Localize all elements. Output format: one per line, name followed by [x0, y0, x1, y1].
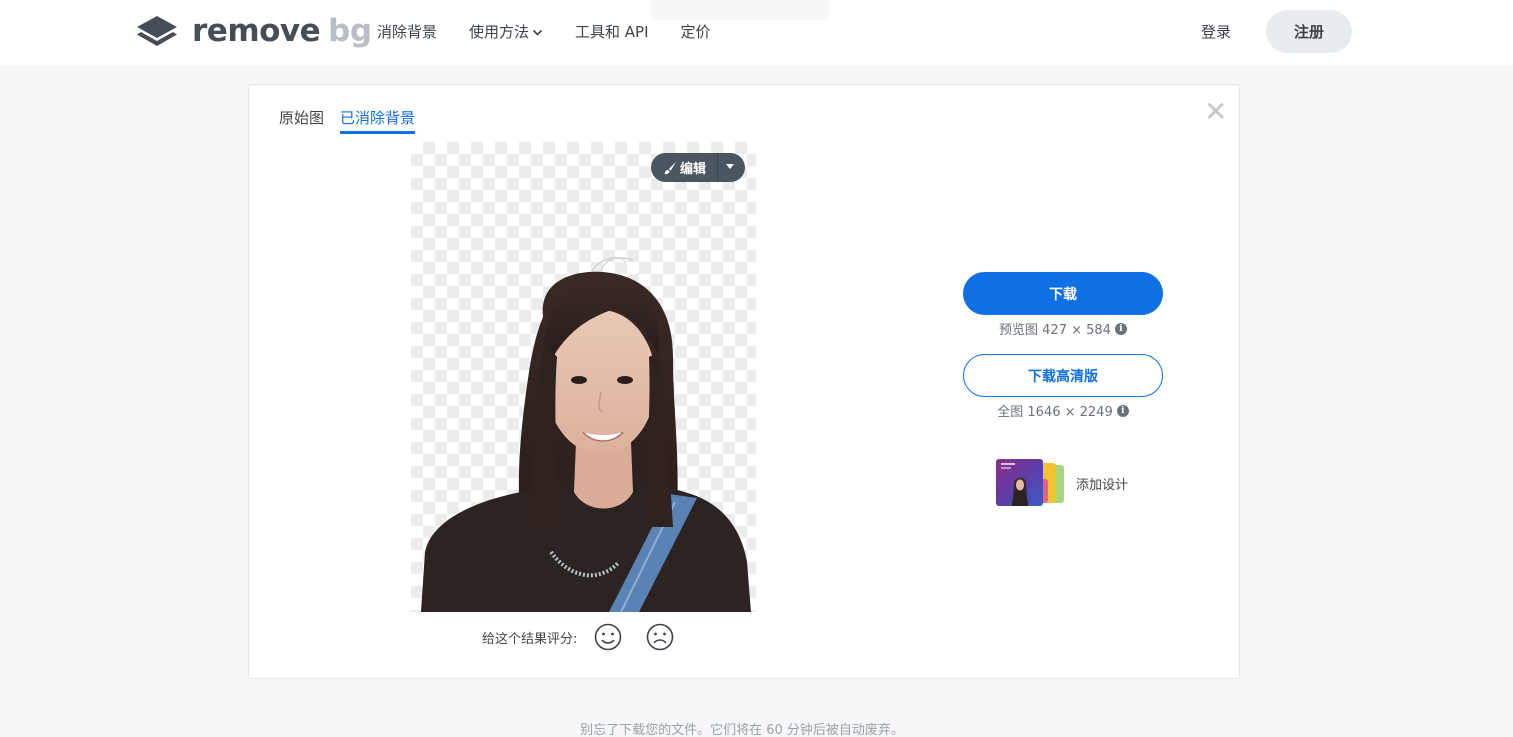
main-nav: 消除背景 使用方法 工具和 API 定价: [377, 21, 743, 43]
close-icon[interactable]: ✕: [1204, 98, 1227, 126]
nav-pricing[interactable]: 定价: [681, 21, 711, 43]
caret-down-icon[interactable]: [726, 164, 734, 169]
full-size-info: 全图 1646 × 2249 i: [963, 401, 1163, 420]
nav-remove-bg-label: 消除背景: [377, 23, 438, 41]
chevron-down-icon: [532, 29, 543, 36]
header-banner-placeholder: [650, 0, 830, 20]
nav-how-to-use[interactable]: 使用方法: [469, 21, 543, 43]
logo[interactable]: remove bg: [135, 14, 372, 48]
nav-remove-bg[interactable]: 消除背景: [377, 21, 437, 43]
frowning-face-icon[interactable]: [645, 622, 675, 652]
nav-tools-api[interactable]: 工具和 API: [575, 21, 649, 43]
expiry-note: 别忘了下载您的文件。它们将在 60 分钟后被自动废弃。: [580, 723, 904, 737]
rating-label: 给这个结果评分:: [482, 631, 578, 647]
top-header: remove bg 消除背景 使用方法 工具和 API 定价 登录 注册: [0, 0, 1513, 67]
signup-button[interactable]: 注册: [1266, 10, 1352, 53]
tab-removed-bg[interactable]: 已消除背景: [340, 107, 416, 134]
result-card: 原始图 已消除背景 ✕ 编辑 给这个结果评分: 下载 预览图 427 × 584…: [248, 84, 1240, 679]
logo-bg-text: bg: [328, 13, 372, 49]
design-thumbnail-main: [996, 459, 1043, 506]
preview-size-label: 预览图 427 × 584: [999, 323, 1111, 338]
edit-label: 编辑: [680, 162, 707, 177]
view-tabs: 原始图 已消除背景: [279, 107, 431, 134]
nav-tools-api-label: 工具和 API: [575, 23, 649, 41]
add-design-label: 添加设计: [1076, 477, 1129, 493]
rating-row: 给这个结果评分:: [482, 622, 697, 652]
add-design-button[interactable]: 添加设计: [996, 459, 1128, 507]
download-button[interactable]: 下载: [963, 272, 1163, 315]
download-hd-button[interactable]: 下载高清版: [963, 354, 1163, 397]
brush-icon: [664, 161, 676, 174]
nav-pricing-label: 定价: [680, 23, 711, 41]
layers-logo-icon: [137, 16, 177, 46]
logo-remove-text: remove: [192, 13, 321, 49]
person-cutout-image: [421, 257, 751, 612]
logo-wordmark: remove bg: [192, 14, 372, 48]
design-thumbnails: [996, 459, 1068, 507]
tab-original[interactable]: 原始图: [279, 107, 324, 134]
info-icon[interactable]: i: [1116, 404, 1129, 417]
login-link[interactable]: 登录: [1201, 21, 1231, 43]
full-size-label: 全图 1646 × 2249: [997, 405, 1113, 420]
result-image: 编辑: [411, 142, 756, 612]
nav-how-to-use-label: 使用方法: [469, 23, 530, 41]
info-icon[interactable]: i: [1114, 322, 1127, 335]
edit-divider: [717, 153, 718, 182]
smiley-face-icon[interactable]: [593, 622, 623, 652]
design-preview-image: [1001, 463, 1028, 506]
preview-size-info: 预览图 427 × 584 i: [963, 319, 1163, 338]
edit-button[interactable]: 编辑: [651, 153, 745, 182]
